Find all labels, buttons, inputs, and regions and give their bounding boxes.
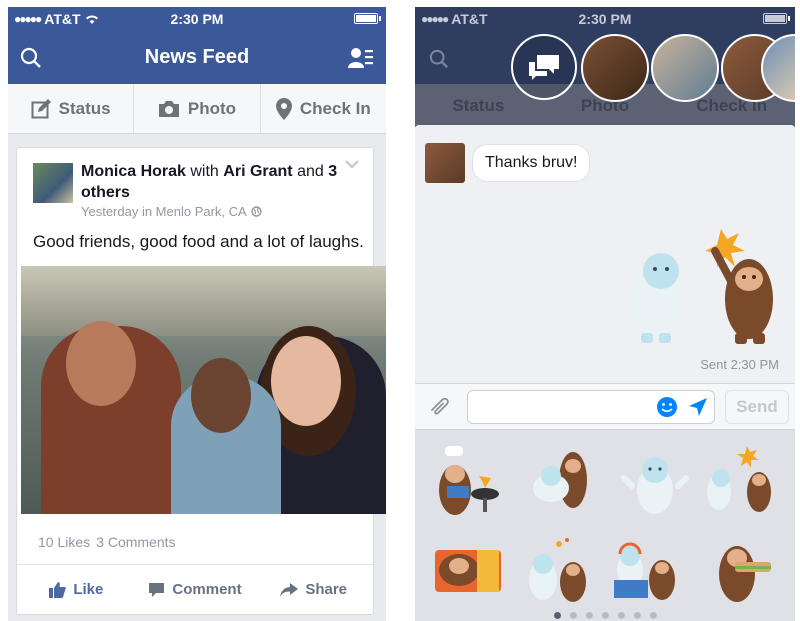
location-pin-icon	[275, 97, 292, 120]
chevron-down-icon[interactable]	[345, 160, 359, 169]
page-dot[interactable]	[649, 612, 657, 619]
comments-count[interactable]: 3 Comments	[96, 534, 175, 550]
edit-icon	[31, 98, 51, 118]
celebrate-sticker-icon[interactable]	[523, 532, 593, 607]
comment-label: Comment	[172, 581, 242, 598]
chat-head-2[interactable]	[651, 34, 719, 102]
avatar[interactable]	[33, 163, 73, 203]
post-photo[interactable]	[21, 266, 386, 514]
message-bubble[interactable]: Thanks bruv!	[473, 145, 590, 181]
paperclip-icon[interactable]	[429, 396, 455, 418]
chat-bubbles-icon	[529, 55, 559, 80]
thumbs-up-icon	[49, 581, 67, 598]
messages-button[interactable]	[511, 34, 577, 100]
friend-requests-icon[interactable]	[348, 47, 374, 69]
camera-icon	[158, 100, 179, 117]
send-button[interactable]: Send	[725, 390, 789, 424]
post-card: Monica Horak with Ari Grant and 3 others…	[16, 147, 386, 615]
sleeping-sticker-icon[interactable]	[433, 532, 503, 607]
post-header: Monica Horak with Ari Grant and 3 others	[81, 161, 341, 203]
dj-sticker-icon[interactable]	[610, 532, 680, 607]
share-icon	[280, 582, 299, 597]
photo-label: Photo	[187, 98, 237, 118]
hug-sticker-icon[interactable]	[523, 442, 593, 517]
page-dot[interactable]	[553, 612, 561, 619]
yeti-wave-sticker-icon[interactable]	[620, 442, 690, 517]
post-time[interactable]: Yesterday in Menlo Park, CA	[81, 204, 247, 219]
news-feed-screen: ●●●●● AT&T 2:30 PM News Feed Status Photo…	[8, 7, 386, 621]
messenger-chat-screen: ●●●●● AT&T 2:30 PM Status Photo Check In …	[415, 7, 795, 621]
battery-icon	[763, 13, 790, 24]
page-dot[interactable]	[585, 612, 593, 619]
avatar[interactable]	[425, 143, 465, 183]
check-in-button[interactable]: Check In	[261, 84, 386, 133]
page-dot[interactable]	[601, 612, 609, 619]
high-five-sticker-icon[interactable]	[631, 221, 781, 346]
chat-head-1[interactable]	[581, 34, 649, 102]
sandwich-sticker-icon[interactable]	[705, 532, 775, 607]
comment-icon	[149, 582, 165, 597]
battery-icon	[354, 13, 381, 24]
chat-panel: Thanks bruv! Sent 2:30 PM Send	[415, 125, 795, 429]
message-composer: Send	[415, 383, 795, 429]
status-bar: ●●●●● AT&T 2:30 PM	[8, 7, 386, 29]
status-bar: ●●●●● AT&T 2:30 PM	[415, 7, 795, 29]
like-button[interactable]: Like	[17, 565, 136, 614]
sent-timestamp: Sent 2:30 PM	[700, 357, 779, 372]
globe-icon	[251, 206, 262, 217]
photo-button[interactable]: Photo	[134, 84, 261, 133]
with-word: with	[190, 163, 219, 180]
page-title: News Feed	[144, 46, 250, 68]
check-in-label: Check In	[299, 98, 371, 118]
share-label: Share	[305, 581, 348, 598]
and-word: and	[297, 163, 324, 180]
sticker-tray	[415, 429, 795, 621]
tagged-name[interactable]: Ari Grant	[223, 163, 292, 180]
post-text: Good friends, good food and a lot of lau…	[33, 232, 364, 251]
high-five-small-sticker-icon[interactable]	[705, 442, 775, 517]
likes-count[interactable]: 10 Likes	[38, 534, 90, 550]
page-dot[interactable]	[569, 612, 577, 619]
composer-actions: Status Photo Check In	[8, 84, 386, 134]
location-arrow-icon[interactable]	[688, 397, 708, 417]
status-time: 2:30 PM	[578, 11, 632, 27]
page-dot[interactable]	[633, 612, 641, 619]
message-input[interactable]	[467, 390, 715, 424]
status-label: Status	[58, 98, 111, 118]
comment-button[interactable]: Comment	[136, 565, 255, 614]
nav-bar: ●●●●● AT&T 2:30 PM News Feed	[8, 7, 386, 84]
sticker-pager[interactable]	[415, 612, 795, 619]
search-icon	[429, 49, 448, 68]
status-button[interactable]: Status	[8, 84, 135, 133]
post-stats[interactable]: 10 Likes 3 Comments	[38, 534, 176, 550]
author-name[interactable]: Monica Horak	[81, 163, 186, 180]
post-meta: Yesterday in Menlo Park, CA	[81, 204, 262, 219]
page-dot[interactable]	[617, 612, 625, 619]
post-actions: Like Comment Share	[17, 564, 373, 614]
status-time: 2:30 PM	[170, 11, 224, 27]
like-label: Like	[73, 581, 104, 598]
grilling-sticker-icon[interactable]	[433, 442, 503, 517]
emoji-icon[interactable]	[656, 396, 678, 418]
share-button[interactable]: Share	[254, 565, 373, 614]
dimmed-feed-header: ●●●●● AT&T 2:30 PM Status Photo Check In	[415, 7, 795, 127]
